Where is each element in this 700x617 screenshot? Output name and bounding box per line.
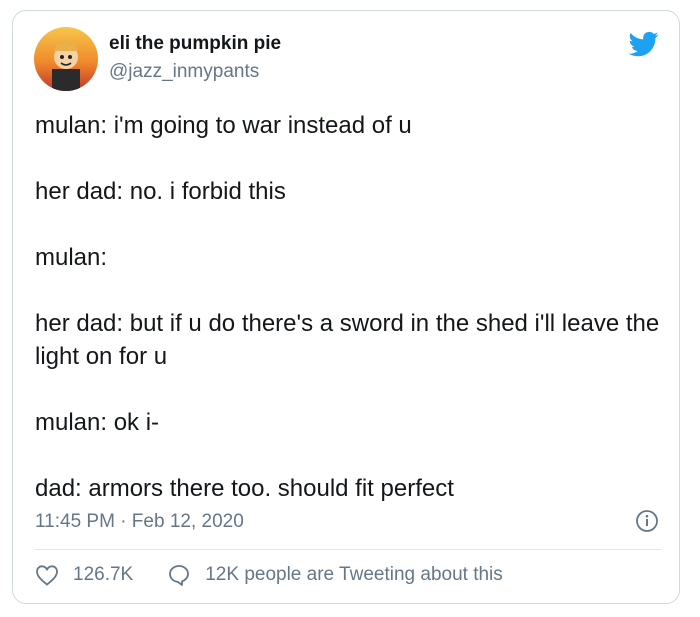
tweet-card: eli the pumpkin pie @jazz_inmypants mula…	[12, 10, 680, 604]
tweet-text: mulan: i'm going to war instead of u her…	[35, 109, 671, 505]
tweet-line: her dad: but if u do there's a sword in …	[35, 310, 660, 370]
conversation-button[interactable]: 12K people are Tweeting about this	[167, 563, 503, 587]
speech-bubble-icon	[169, 565, 190, 586]
tweet-line: mulan: i'm going to war instead of u	[35, 112, 412, 139]
display-name[interactable]: eli the pumpkin pie	[109, 33, 281, 55]
tweet-timestamp[interactable]: 11:45 PM · Feb 12, 2020	[35, 511, 244, 533]
user-handle[interactable]: @jazz_inmypants	[109, 61, 259, 83]
avatar[interactable]	[34, 27, 98, 91]
like-button[interactable]: 126.7K	[35, 564, 133, 586]
tweet-line: mulan:	[35, 244, 108, 271]
tweet-actions: 126.7K 12K people are Tweeting about thi…	[35, 563, 503, 587]
divider	[35, 549, 661, 550]
heart-icon	[36, 565, 58, 586]
tweet-line: dad: armors there too. should fit perfec…	[35, 475, 454, 502]
conversation-text: 12K people are Tweeting about this	[205, 564, 503, 585]
twitter-bird-icon[interactable]	[627, 29, 661, 59]
tweet-line: mulan: ok i-	[35, 409, 160, 436]
info-icon[interactable]	[635, 509, 659, 533]
like-count: 126.7K	[73, 564, 134, 585]
tweet-line: her dad: no. i forbid this	[35, 178, 286, 205]
avatar-image	[34, 27, 98, 91]
